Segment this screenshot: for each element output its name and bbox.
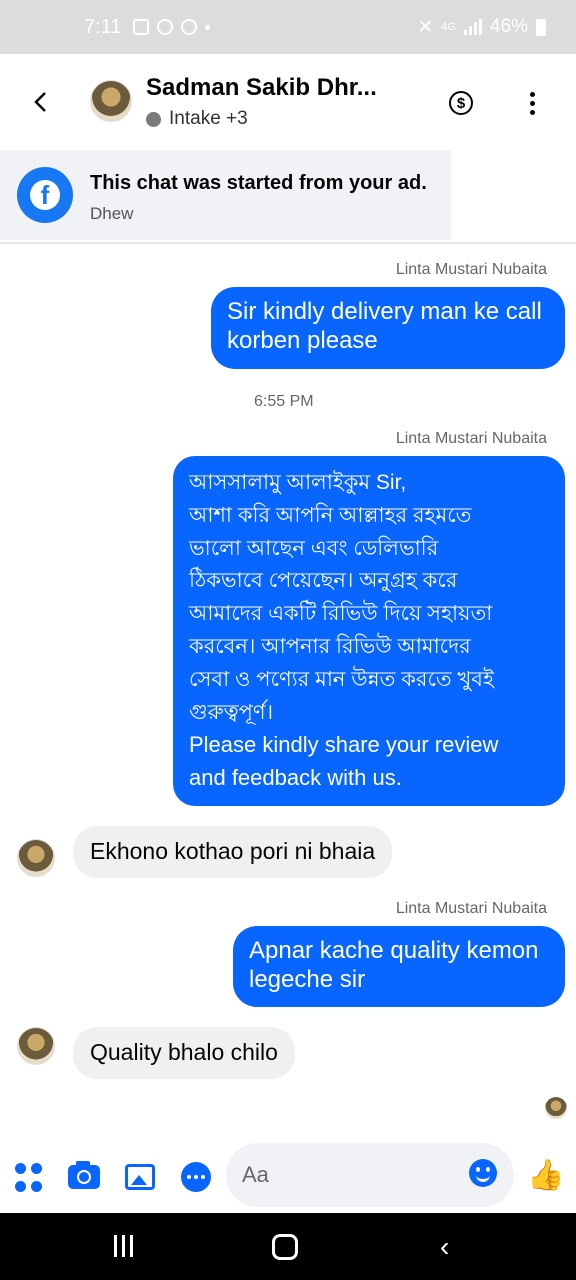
network-type: 4G (441, 21, 456, 33)
battery-icon (536, 18, 546, 36)
message-line: Apnar kache quality kemon (249, 937, 539, 964)
gallery-notification-icon (133, 19, 150, 35)
more-notifications-dot-icon (205, 24, 211, 30)
seen-receipt-avatar (545, 1097, 567, 1119)
incoming-message[interactable]: Ekhono kothao pori ni bhaia (73, 826, 393, 878)
message-line: Sir kindly delivery man ke call (227, 298, 542, 325)
mute-icon: ✕ (417, 16, 434, 38)
message-line: and feedback with us. (189, 765, 402, 791)
facebook-logo-icon: f (17, 167, 73, 223)
message-line: Please kindly share your review (189, 732, 499, 758)
status-time: 7:11 (84, 15, 122, 38)
message-line: গুরুত্বপূর্ণ। (189, 700, 274, 724)
status-system-icons: ✕ 4G 46% (417, 0, 546, 54)
incoming-message[interactable]: Quality bhalo chilo (73, 1027, 295, 1079)
emoji-icon[interactable] (469, 1159, 497, 1187)
more-vertical-icon[interactable] (530, 92, 536, 115)
contact-subtitle[interactable]: Intake +3 (146, 108, 248, 130)
home-icon[interactable] (272, 1234, 298, 1260)
message-timestamp: 6:55 PM (254, 393, 314, 410)
message-line: আসসালামু আলাইকুম Sir, (189, 471, 407, 494)
ad-banner-title: This chat was started from your ad. (90, 172, 427, 194)
message-sender: Linta Mustari Nubaita (395, 430, 547, 447)
message-line: আশা করি আপনি আল্লাহর রহমতে (189, 503, 472, 527)
outgoing-message[interactable]: Sir kindly delivery man ke call korben p… (211, 287, 565, 369)
chevron-left-icon[interactable] (28, 84, 54, 120)
message-sender: Linta Mustari Nubaita (395, 261, 547, 278)
message-line: korben please (227, 327, 378, 354)
contact-avatar[interactable] (90, 80, 132, 122)
dollar-icon[interactable]: $ (449, 91, 473, 115)
contact-label: Intake +3 (169, 108, 248, 129)
ad-banner-subtitle: Dhew (90, 204, 134, 223)
message-composer: Aa 👍 (0, 1138, 576, 1213)
status-bar: 7:11 ✕ 4G 46% (0, 0, 576, 54)
thumbs-up-icon[interactable]: 👍 (527, 1158, 564, 1193)
message-sender: Linta Mustari Nubaita (395, 900, 547, 917)
chat-bubble-icon[interactable] (181, 1162, 211, 1192)
status-notification-icons (133, 19, 211, 35)
outgoing-message[interactable]: Apnar kache quality kemon legeche sir (233, 926, 565, 1007)
message-line: করবেন। আপনার রিভিউ আমাদের (189, 634, 471, 658)
contact-name[interactable]: Sadman Sakib Dhr... (146, 74, 377, 102)
contact-avatar-small[interactable] (17, 839, 55, 877)
label-dot-icon (146, 111, 161, 127)
app-notification-icon (157, 19, 174, 35)
ad-origin-banner[interactable]: f This chat was started from your ad. Dh… (0, 150, 451, 240)
message-line: ভালো আছেন এবং ডেলিভারি (189, 536, 439, 560)
signal-icon (463, 19, 482, 35)
contact-avatar-small[interactable] (17, 1027, 55, 1065)
chat-header: Sadman Sakib Dhr... Intake +3 $ (0, 54, 576, 150)
recent-apps-icon[interactable] (114, 1235, 133, 1257)
message-line: আমাদের একটি রিভিউ দিয়ে সহায়তা (189, 602, 493, 626)
message-line: legeche sir (249, 966, 366, 993)
gallery-icon[interactable] (125, 1164, 155, 1190)
camera-icon[interactable] (68, 1161, 100, 1189)
system-navigation-bar: ‹ (0, 1213, 576, 1280)
back-icon[interactable]: ‹ (440, 1233, 449, 1261)
header-divider (0, 242, 576, 244)
apps-grid-icon[interactable] (15, 1163, 42, 1193)
message-line: সেবা ও পণ্যের মান উন্নত করতে খুবই (189, 667, 494, 691)
outgoing-message[interactable]: আসসালামু আলাইকুম Sir, আশা করি আপনি আল্লা… (173, 456, 565, 806)
battery-percent: 46% (489, 16, 528, 37)
app-notification-icon-2 (181, 19, 198, 35)
message-line: ঠিকভাবে পেয়েছেন। অনুগ্রহ করে (189, 569, 458, 593)
